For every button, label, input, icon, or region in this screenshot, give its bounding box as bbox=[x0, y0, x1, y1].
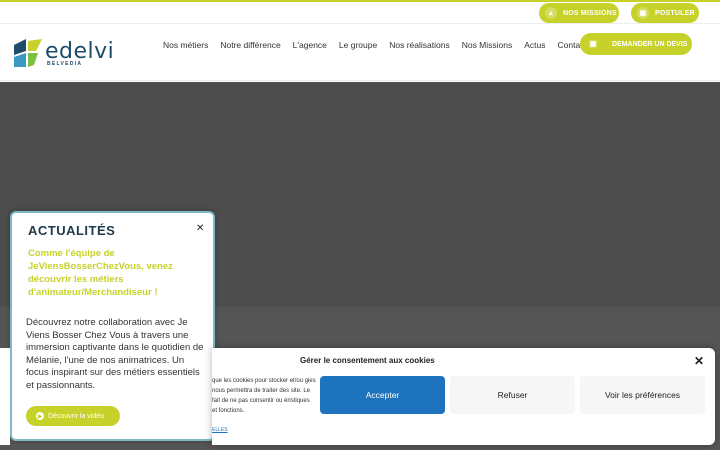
nav-nos-missions[interactable]: Nos Missions bbox=[462, 40, 513, 50]
actualites-popup: ACTUALITÉS ✕ Comme l'équipe de JeViensBo… bbox=[10, 211, 215, 441]
accept-button[interactable]: Accepter bbox=[320, 376, 445, 414]
cookie-consent-banner: Gérer le consentement aux cookies ✕ que … bbox=[212, 348, 715, 445]
top-bar: ▲ NOS MISSIONS ▦ POSTULER bbox=[0, 2, 720, 24]
nav-nos-metiers[interactable]: Nos métiers bbox=[163, 40, 208, 50]
site-header: edelvi BELVEDIA Nos métiers Notre différ… bbox=[0, 25, 720, 81]
nav-le-groupe[interactable]: Le groupe bbox=[339, 40, 377, 50]
demander-devis-button[interactable]: ▣ DEMANDER UN DEVIS bbox=[580, 33, 692, 55]
actualites-title: ACTUALITÉS bbox=[28, 223, 116, 238]
actualites-body: Découvrez notre collaboration avec Je Vi… bbox=[26, 317, 204, 391]
logo-subtitle: BELVEDIA bbox=[47, 61, 83, 67]
refuse-button[interactable]: Refuser bbox=[450, 376, 575, 414]
consent-policy-link[interactable]: ELLES bbox=[212, 427, 228, 433]
main-nav: Nos métiers Notre différence L'agence Le… bbox=[163, 40, 587, 50]
missions-icon: ▲ bbox=[545, 7, 557, 19]
nav-notre-difference[interactable]: Notre différence bbox=[220, 40, 280, 50]
nav-actus[interactable]: Actus bbox=[524, 40, 545, 50]
postuler-label: POSTULER bbox=[655, 9, 695, 17]
nos-missions-label: NOS MISSIONS bbox=[563, 9, 617, 17]
consent-title: Gérer le consentement aux cookies bbox=[300, 356, 435, 365]
preferences-button[interactable]: Voir les préférences bbox=[580, 376, 705, 414]
logo-mark-icon bbox=[14, 39, 42, 67]
nav-nos-realisations[interactable]: Nos réalisations bbox=[389, 40, 449, 50]
consent-close-icon[interactable]: ✕ bbox=[694, 354, 704, 368]
decouvrir-video-button[interactable]: ▶ Découvrir la vidéo bbox=[26, 406, 120, 426]
id-card-icon: ▦ bbox=[637, 7, 649, 19]
clipboard-icon: ▣ bbox=[589, 39, 597, 48]
consent-text: que les cookies pour stocker et/ou gies … bbox=[212, 378, 316, 414]
nav-agence[interactable]: L'agence bbox=[293, 40, 327, 50]
play-icon: ▶ bbox=[36, 412, 44, 420]
close-icon[interactable]: ✕ bbox=[196, 223, 204, 234]
edelvi-logo[interactable]: edelvi BELVEDIA bbox=[14, 39, 114, 69]
consent-banner-edge bbox=[0, 348, 10, 445]
actualites-headline[interactable]: Comme l'équipe de JeViensBosserChezVous,… bbox=[28, 247, 203, 299]
postuler-button[interactable]: ▦ POSTULER bbox=[631, 3, 699, 23]
nos-missions-button[interactable]: ▲ NOS MISSIONS bbox=[539, 3, 619, 23]
demander-devis-label: DEMANDER UN DEVIS bbox=[612, 40, 688, 48]
decouvrir-video-label: Découvrir la vidéo bbox=[48, 412, 105, 420]
